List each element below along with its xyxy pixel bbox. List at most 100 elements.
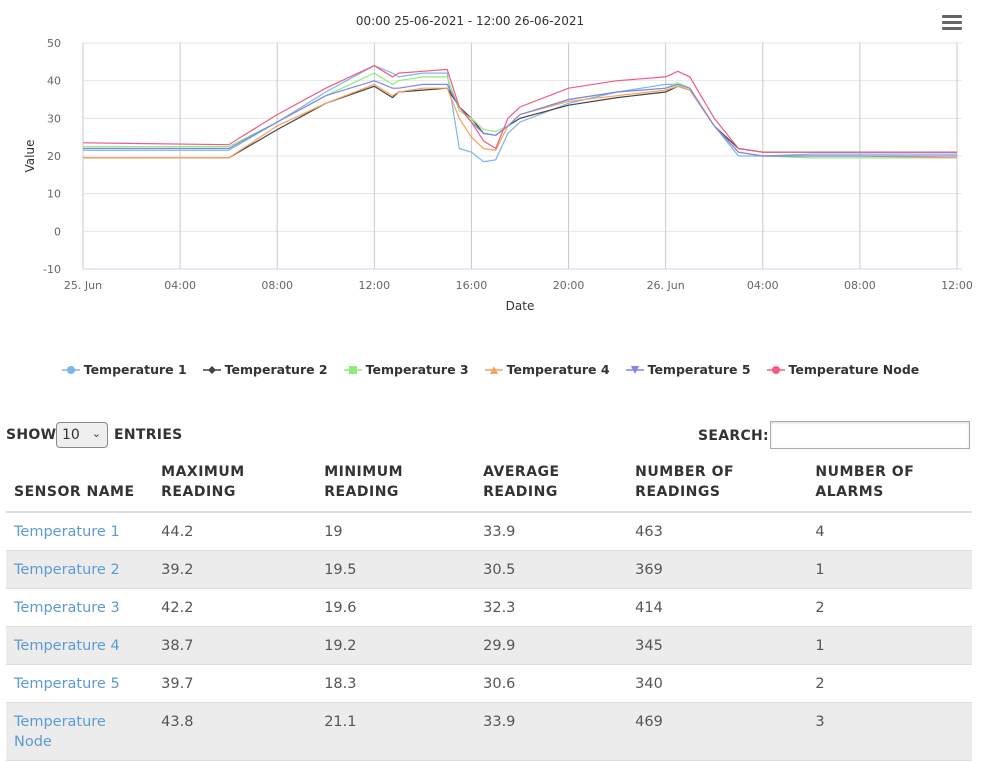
- legend-label: Temperature 3: [365, 362, 469, 377]
- cell-avg: 33.9: [475, 702, 628, 761]
- sensor-link[interactable]: Temperature 1: [14, 524, 120, 540]
- x-tick-label: 08:00: [844, 279, 876, 292]
- legend-item[interactable]: Temperature 2: [202, 362, 328, 377]
- legend-label: Temperature 5: [647, 362, 751, 377]
- search-label: SEARCH:: [698, 428, 769, 444]
- column-header-text: READING: [324, 484, 399, 500]
- cell-readings: 469: [627, 702, 808, 761]
- series-line-3: [83, 72, 957, 159]
- table-row: Temperature 2 39.2 19.5 30.5 369 1: [6, 550, 972, 589]
- legend-item[interactable]: Temperature 3: [343, 362, 469, 377]
- series-line-1: [83, 64, 957, 163]
- column-header-text: MAXIMUM: [161, 464, 245, 480]
- cell-readings: 340: [627, 664, 808, 703]
- legend-item[interactable]: Temperature 4: [484, 362, 610, 377]
- sensor-link[interactable]: Temperature 5: [14, 676, 120, 692]
- x-tick-label: 25. Jun: [64, 279, 102, 292]
- cell-sensor: Temperature 2: [6, 550, 154, 589]
- x-tick-label: 08:00: [261, 279, 293, 292]
- x-tick-label: 20:00: [553, 279, 585, 292]
- cell-alarms: 1: [807, 550, 972, 589]
- legend-item[interactable]: Temperature 1: [61, 362, 187, 377]
- x-axis-title: Date: [506, 299, 535, 313]
- cell-avg: 29.9: [475, 626, 628, 665]
- column-header[interactable]: NUMBER OF ALARMS: [807, 456, 972, 513]
- x-tick-label: 26. Jun: [647, 279, 685, 292]
- cell-max: 43.8: [153, 702, 317, 761]
- table-row: Temperature 5 39.7 18.3 30.6 340 2: [6, 664, 972, 703]
- table-row: Temperature 4 38.7 19.2 29.9 345 1: [6, 626, 972, 665]
- cell-min: 18.3: [316, 664, 476, 703]
- column-header-text: NUMBER OF: [635, 464, 735, 480]
- column-header-text: SENSOR NAME: [14, 484, 135, 500]
- column-header-text: MINIMUM: [324, 464, 404, 480]
- column-header-text: ALARMS: [815, 484, 884, 500]
- legend-symbol-icon: [61, 365, 80, 374]
- legend-item[interactable]: Temperature 5: [625, 362, 751, 377]
- cell-min: 21.1: [316, 702, 476, 761]
- cell-avg: 32.3: [475, 588, 628, 627]
- cell-readings: 369: [627, 550, 808, 589]
- table-controls: SHOW 10 ⌄ ENTRIES SEARCH:: [6, 420, 972, 452]
- column-header[interactable]: SENSOR NAME: [6, 456, 154, 513]
- cell-readings: 414: [627, 588, 808, 627]
- column-header[interactable]: AVERAGE READING: [475, 456, 628, 513]
- column-header-text: AVERAGE: [483, 464, 560, 480]
- column-header-text: NUMBER OF: [815, 464, 915, 480]
- cell-readings: 463: [627, 512, 808, 551]
- cell-readings: 345: [627, 626, 808, 665]
- table-body: Temperature 1 44.2 19 33.9 463 4 Temperature 2…: [6, 512, 972, 761]
- y-tick-label: -10: [43, 263, 61, 276]
- entries-label: ENTRIES: [114, 427, 183, 443]
- x-tick-label: 12:00: [941, 279, 973, 292]
- show-label: SHOW: [6, 427, 57, 443]
- legend-symbol-icon: [484, 365, 503, 374]
- column-header-text: READING: [483, 484, 558, 500]
- search-input[interactable]: [770, 421, 970, 449]
- sensor-link[interactable]: Temperature 2: [14, 562, 120, 578]
- column-header-text: READING: [161, 484, 236, 500]
- sensor-table: SENSOR NAME MAXIMUM READING MINIMUM READING A…: [6, 456, 972, 761]
- chart-legend: Temperature 1 Temperature 2 Temperature 3 T…: [0, 362, 981, 379]
- column-header[interactable]: MAXIMUM READING: [153, 456, 317, 513]
- y-axis-title: Value: [23, 140, 37, 173]
- cell-avg: 30.5: [475, 550, 628, 589]
- chart-container: 00:00 25-06-2021 - 12:00 26-06-2021 -10 0 1…: [0, 0, 981, 400]
- column-header[interactable]: NUMBER OF READINGS: [627, 456, 808, 513]
- legend-label: Temperature 1: [83, 362, 187, 377]
- legend-label: Temperature 2: [224, 362, 328, 377]
- sensor-link[interactable]: Temperature 4: [14, 638, 120, 654]
- cell-alarms: 2: [807, 588, 972, 627]
- cell-sensor: Temperature 3: [6, 588, 154, 627]
- y-tick-label: 30: [47, 112, 61, 125]
- cell-alarms: 3: [807, 702, 972, 761]
- column-header[interactable]: MINIMUM READING: [316, 456, 476, 513]
- legend-symbol-icon: [202, 365, 221, 374]
- cell-sensor: Temperature Node: [6, 702, 154, 761]
- cell-sensor: Temperature 5: [6, 664, 154, 703]
- legend-label: Temperature 4: [506, 362, 610, 377]
- cell-min: 19: [316, 512, 476, 551]
- sensor-link[interactable]: Temperature 3: [14, 600, 120, 616]
- cell-alarms: 2: [807, 664, 972, 703]
- cell-max: 39.7: [153, 664, 317, 703]
- column-header-text: READINGS: [635, 484, 721, 500]
- x-tick-label: 16:00: [456, 279, 488, 292]
- legend-item[interactable]: Temperature Node: [766, 362, 919, 377]
- table-row: Temperature 1 44.2 19 33.9 463 4: [6, 512, 972, 551]
- cell-avg: 33.9: [475, 512, 628, 551]
- cell-sensor: Temperature 4: [6, 626, 154, 665]
- y-tick-label: 10: [47, 188, 61, 201]
- chart-menu-icon[interactable]: [940, 12, 964, 34]
- cell-min: 19.2: [316, 626, 476, 665]
- chart-title: 00:00 25-06-2021 - 12:00 26-06-2021: [356, 14, 584, 28]
- page-size-select[interactable]: 10 ⌄: [56, 422, 108, 448]
- cell-sensor: Temperature 1: [6, 512, 154, 551]
- sensor-link[interactable]: Temperature Node: [14, 714, 106, 750]
- page-size-value: 10: [62, 427, 80, 443]
- line-chart: 00:00 25-06-2021 - 12:00 26-06-2021 -10 0 1…: [23, 14, 973, 313]
- cell-min: 19.6: [316, 588, 476, 627]
- cell-max: 38.7: [153, 626, 317, 665]
- cell-avg: 30.6: [475, 664, 628, 703]
- table-header-row: SENSOR NAME MAXIMUM READING MINIMUM READING A…: [6, 456, 972, 513]
